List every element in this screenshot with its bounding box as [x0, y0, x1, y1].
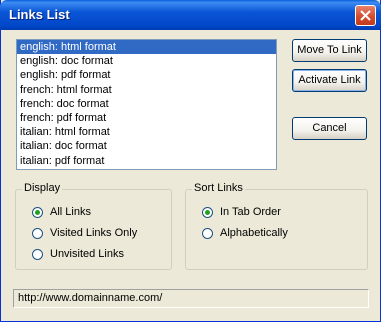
status-url-field: http://www.domainname.com/: [13, 289, 369, 308]
display-group: Display All Links Visited Links Only Unv…: [15, 182, 172, 270]
window-title: Links List: [9, 7, 70, 22]
display-option-all-links[interactable]: All Links: [32, 204, 91, 220]
radio-label: All Links: [50, 206, 91, 218]
links-listbox[interactable]: english: html format english: doc format…: [16, 39, 277, 170]
list-item[interactable]: italian: pdf format: [17, 154, 276, 168]
radio-label: Visited Links Only: [50, 227, 138, 239]
radio-button[interactable]: [202, 206, 213, 218]
display-option-unvisited-links[interactable]: Unvisited Links: [32, 246, 124, 262]
radio-button[interactable]: [32, 248, 43, 260]
close-button[interactable]: [355, 5, 376, 26]
title-bar[interactable]: Links List: [0, 0, 381, 30]
close-icon: [360, 10, 371, 21]
list-item[interactable]: french: html format: [17, 83, 276, 97]
list-item[interactable]: italian: html format: [17, 125, 276, 139]
radio-label: Unvisited Links: [50, 248, 124, 260]
sort-option-tab-order[interactable]: In Tab Order: [202, 204, 281, 220]
radio-button[interactable]: [32, 206, 43, 218]
list-item[interactable]: english: pdf format: [17, 68, 276, 82]
display-group-label: Display: [22, 182, 63, 194]
links-list-dialog: Links List english: html format english:…: [0, 0, 381, 322]
list-item[interactable]: english: html format: [17, 40, 276, 55]
list-item[interactable]: french: doc format: [17, 97, 276, 111]
radio-button[interactable]: [202, 227, 213, 239]
move-to-link-button[interactable]: Move To Link: [292, 39, 367, 62]
sort-links-group-label: Sort Links: [192, 182, 245, 194]
radio-label: Alphabetically: [220, 227, 288, 239]
sort-links-group: Sort Links In Tab Order Alphabetically: [185, 182, 368, 270]
sort-option-alphabetically[interactable]: Alphabetically: [202, 225, 288, 241]
list-item[interactable]: italian: doc format: [17, 139, 276, 153]
list-item[interactable]: french: pdf format: [17, 111, 276, 125]
list-item[interactable]: english: doc format: [17, 54, 276, 68]
cancel-button[interactable]: Cancel: [292, 117, 367, 140]
activate-link-button[interactable]: Activate Link: [292, 69, 367, 92]
radio-button[interactable]: [32, 227, 43, 239]
display-option-visited-links[interactable]: Visited Links Only: [32, 225, 137, 241]
radio-label: In Tab Order: [220, 206, 281, 218]
